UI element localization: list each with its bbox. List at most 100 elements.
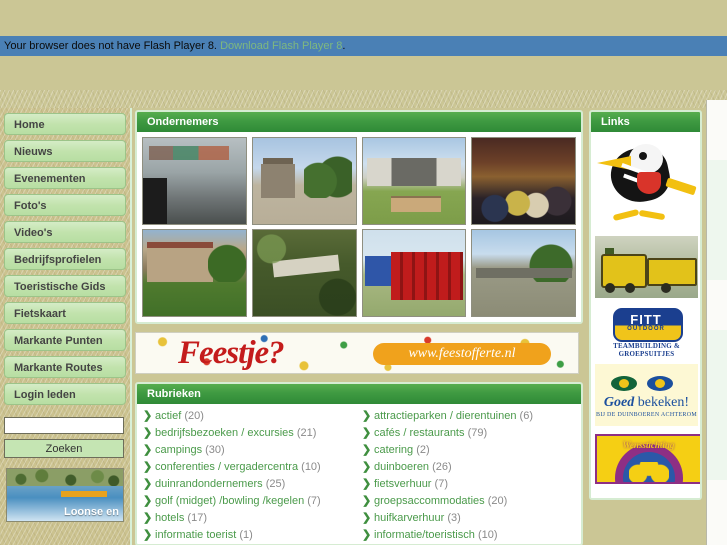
thumb-terras-boerderij[interactable]	[251, 137, 357, 225]
rubriek-label: duinboeren	[374, 461, 430, 473]
fitt-subtitle: OUTDOOR	[627, 326, 665, 332]
chevron-right-icon: ❯	[143, 444, 153, 456]
rubriek-count: (21)	[296, 427, 317, 439]
rubriek-hotels[interactable]: ❯ hotels (17)	[141, 510, 360, 527]
woodpecker-mascot-icon[interactable]	[595, 138, 698, 228]
sidebar-item-fietskaart[interactable]: Fietskaart	[4, 302, 126, 324]
sidebar-item-markante-punten[interactable]: Markante Punten	[4, 329, 126, 351]
sidebar-item-evenementen[interactable]: Evenementen	[4, 167, 126, 189]
rubriek-label: groepsaccommodaties	[374, 495, 485, 507]
search-input[interactable]	[4, 417, 124, 434]
search-button[interactable]: Zoeken	[4, 439, 124, 458]
rubriek-count: (7)	[434, 478, 448, 490]
chevron-right-icon: ❯	[362, 410, 372, 422]
flash-notice-text: Your browser does not have Flash Player …	[4, 40, 217, 52]
rubriek-catering[interactable]: ❯ catering (2)	[360, 442, 579, 459]
ondernemers-gallery	[137, 132, 581, 322]
rubriek-attractieparken[interactable]: ❯ attractieparken / dierentuinen (6)	[360, 408, 579, 425]
tourist-train-icon[interactable]	[595, 236, 698, 298]
promo-foliage	[7, 469, 123, 486]
chevron-right-icon: ❯	[362, 495, 372, 507]
thumb-binnenplaats[interactable]	[361, 137, 467, 225]
right-edge-tint-b	[707, 330, 727, 480]
sidebar-item-videos[interactable]: Video's	[4, 221, 126, 243]
rubriek-informatie-toerist[interactable]: ❯ informatie toerist (1)	[141, 527, 360, 544]
rubriek-count: (17)	[187, 512, 207, 524]
sidebar-promo-image[interactable]: Loonse en	[6, 468, 124, 522]
goed-pupil-right	[655, 379, 665, 388]
rubriek-count: (25)	[265, 478, 286, 490]
chevron-right-icon: ❯	[143, 478, 153, 490]
train-carriage	[647, 258, 697, 286]
goed-title-bold: Goed	[603, 395, 635, 410]
rubriek-count: (1)	[239, 529, 253, 541]
rubriek-informatie-toeristisch[interactable]: ❯ informatie/toeristisch (10)	[360, 527, 579, 544]
rubriek-count: (10)	[477, 529, 498, 541]
rubriek-count: (79)	[467, 427, 488, 439]
chevron-right-icon: ❯	[362, 478, 372, 490]
banner-headline: Feestje?	[178, 335, 285, 371]
links-body: FITT OUTDOOR TEAMBUILDING & GROEPSUITJES…	[591, 132, 700, 498]
thumb-boerderij-tuin[interactable]	[142, 229, 247, 317]
chevron-right-icon: ❯	[362, 427, 372, 439]
rubriek-label: fietsverhuur	[374, 478, 432, 490]
rubriek-count: (20)	[184, 410, 204, 422]
rubriek-huifkarverhuur[interactable]: ❯ huifkarverhuur (3)	[360, 510, 579, 527]
rubriek-campings[interactable]: ❯ campings (30)	[141, 442, 360, 459]
sidebar-item-markante-routes[interactable]: Markante Routes	[4, 356, 126, 378]
rubrieken-panel: Rubrieken ❯ actief (20) ❯ attractieparken …	[135, 382, 583, 545]
rubriek-label: hotels	[155, 512, 185, 524]
goed-title: Goed bekeken!	[595, 395, 698, 411]
right-edge-tint-a	[707, 160, 727, 280]
wens-circles-icon	[628, 462, 669, 482]
rubriek-duinboeren[interactable]: ❯ duinboeren (26)	[360, 459, 579, 476]
rubriek-conferenties[interactable]: ❯ conferenties / vergadercentra (10)	[141, 459, 360, 476]
rubriek-duinrandondernemers[interactable]: ❯ duinrandondernemers (25)	[141, 476, 360, 493]
sidebar-item-fotos[interactable]: Foto's	[4, 194, 126, 216]
photo-row-2	[142, 229, 576, 317]
thumb-gezin-schuur[interactable]	[471, 137, 576, 225]
feestofferte-banner[interactable]: Feestje? www.feestofferte.nl	[135, 332, 579, 374]
chevron-right-icon: ❯	[362, 461, 372, 473]
rubriek-label: golf (midget) /bowling /kegelen	[155, 495, 305, 507]
rubriek-golf-bowling-kegelen[interactable]: ❯ golf (midget) /bowling /kegelen (7)	[141, 493, 360, 510]
rubriek-count: (6)	[519, 410, 533, 422]
rubriek-count: (7)	[307, 495, 321, 507]
sidebar-item-bedrijfsprofielen[interactable]: Bedrijfsprofielen	[4, 248, 126, 270]
rubriek-fietsverhuur[interactable]: ❯ fietsverhuur (7)	[360, 476, 579, 493]
wensstichting-logo[interactable]: Wensstichting	[595, 434, 700, 484]
rubriek-count: (3)	[447, 512, 461, 524]
rubriek-count: (10)	[301, 461, 321, 473]
rubriek-cafes-restaurants[interactable]: ❯ cafés / restaurants (79)	[360, 425, 579, 442]
goed-title-rest: bekeken!	[637, 395, 690, 410]
sidebar-item-login-leden[interactable]: Login leden	[4, 383, 126, 405]
sidebar-item-nieuws[interactable]: Nieuws	[4, 140, 126, 162]
banner-url-pill: www.feestofferte.nl	[373, 343, 551, 365]
rubriek-label: catering	[374, 444, 414, 456]
thumb-textiel-winkelstraat[interactable]	[142, 137, 247, 225]
rubrieken-list: ❯ actief (20) ❯ attractieparken / dierentu…	[137, 404, 581, 544]
fitt-tagline: TEAMBUILDING & GROEPSUITJES	[613, 342, 680, 356]
bird-eye	[639, 152, 647, 160]
chevron-right-icon: ❯	[143, 461, 153, 473]
rubrieken-title: Rubrieken	[137, 384, 581, 404]
rubriek-bedrijfsbezoeken[interactable]: ❯ bedrijfsbezoeken / excursies (21)	[141, 425, 360, 442]
sand-texture-strip	[0, 90, 727, 108]
sidebar-item-toeristische-gids[interactable]: Toeristische Gids	[4, 275, 126, 297]
sidebar-item-home[interactable]: Home	[4, 113, 126, 135]
train-wheel-1	[605, 283, 615, 293]
fitt-outdoor-logo[interactable]: FITT OUTDOOR TEAMBUILDING & GROEPSUITJES	[595, 306, 698, 356]
rubriek-groepsaccommodaties[interactable]: ❯ groepsaccommodaties (20)	[360, 493, 579, 510]
download-flash-link[interactable]: Download Flash Player 8	[220, 40, 342, 52]
thumb-fietsers-terras[interactable]	[471, 229, 576, 317]
rubriek-label: duinrandondernemers	[155, 478, 263, 490]
thumb-luchtfoto-bos[interactable]	[251, 229, 357, 317]
rubriek-count: (20)	[487, 495, 508, 507]
sidebar-search: Zoeken	[4, 417, 126, 458]
goed-bekeken-logo[interactable]: Goed bekeken! BIJ DE DUINBOEREN ACHTEROM	[595, 364, 698, 426]
photo-row-1	[142, 137, 576, 225]
rubriek-count: (26)	[432, 461, 452, 473]
rubriek-actief[interactable]: ❯ actief (20)	[141, 408, 360, 425]
thumb-groep-rood[interactable]	[361, 229, 467, 317]
bird-bib	[637, 172, 661, 194]
